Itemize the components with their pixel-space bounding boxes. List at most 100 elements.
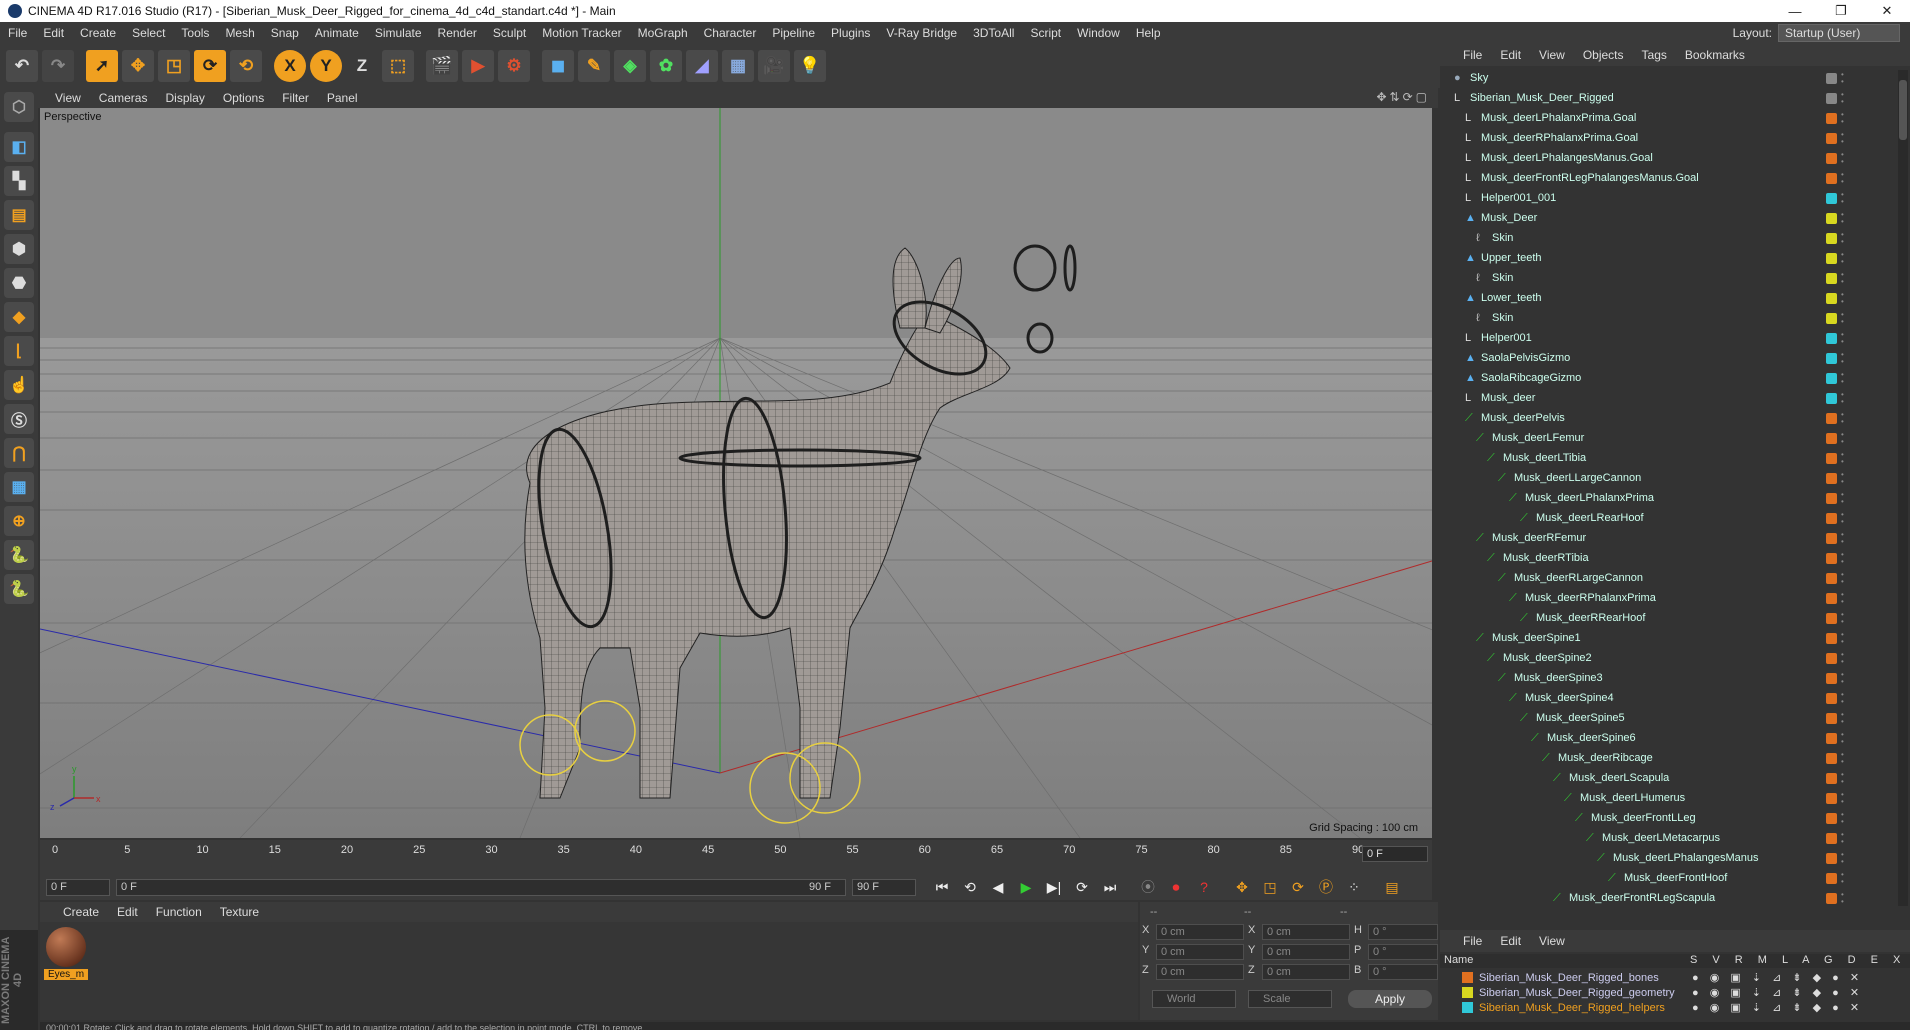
layout-dropdown[interactable]: Startup (User) [1778, 24, 1900, 42]
layer-color-tag[interactable] [1826, 133, 1837, 144]
object-row[interactable]: ⟋ Musk_deerRPhalanxPrima • • [1440, 588, 1892, 608]
menu-script[interactable]: Script [1022, 26, 1069, 40]
visibility-dots-icon[interactable]: • • [1841, 411, 1846, 426]
visibility-dots-icon[interactable]: • • [1841, 791, 1846, 806]
visibility-dots-icon[interactable]: • • [1841, 531, 1846, 546]
menu-simulate[interactable]: Simulate [367, 26, 430, 40]
visibility-dots-icon[interactable]: • • [1841, 851, 1846, 866]
layer-color-tag[interactable] [1826, 113, 1837, 124]
object-row[interactable]: ⟋ Musk_deerSpine4 • • [1440, 688, 1892, 708]
visibility-dots-icon[interactable]: • • [1841, 571, 1846, 586]
om-menu-file[interactable]: File [1454, 48, 1491, 62]
layer-color-tag[interactable] [1826, 753, 1837, 764]
timeline-window-icon[interactable]: ▤ [1380, 875, 1404, 899]
visibility-dots-icon[interactable]: • • [1841, 871, 1846, 886]
camera-icon[interactable]: 🎥 [758, 50, 790, 82]
pen-icon[interactable]: ✎ [578, 50, 610, 82]
menu-edit[interactable]: Edit [35, 26, 72, 40]
visibility-dots-icon[interactable]: • • [1841, 231, 1846, 246]
layer-color-tag[interactable] [1826, 873, 1837, 884]
step-forward-icon[interactable]: ▶| [1042, 875, 1066, 899]
texture-mode-icon[interactable]: ▚ [4, 166, 34, 196]
deformer-icon[interactable]: ◢ [686, 50, 718, 82]
play-icon[interactable]: ▶ [1014, 875, 1038, 899]
lm-menu-file[interactable]: File [1454, 934, 1491, 948]
object-row[interactable]: ⟋ Musk_deerPelvis • • [1440, 408, 1892, 428]
layer-flags[interactable]: ● ◉ ▣ ⇣ ⊿ ⇟ ◆ ● ✕ [1692, 971, 1863, 984]
layer-color-tag[interactable] [1826, 553, 1837, 564]
x-axis-icon[interactable]: X [274, 50, 306, 82]
position-y-field[interactable]: 0 cm [1156, 944, 1244, 960]
visibility-dots-icon[interactable]: • • [1841, 611, 1846, 626]
end-frame-field[interactable]: 90 F [852, 878, 916, 896]
workplane-icon[interactable]: ▤ [4, 200, 34, 230]
layer-color-tag[interactable] [1826, 533, 1837, 544]
key-position-icon[interactable]: ✥ [1230, 875, 1254, 899]
rotation-b-field[interactable]: 0 ° [1368, 964, 1438, 980]
menu-help[interactable]: Help [1128, 26, 1169, 40]
render-settings-icon[interactable]: ⚙ [498, 50, 530, 82]
key-scale-icon[interactable]: ◳ [1258, 875, 1282, 899]
visibility-dots-icon[interactable]: • • [1841, 591, 1846, 606]
coord-system-icon[interactable]: ⬚ [382, 50, 414, 82]
menu-character[interactable]: Character [696, 26, 765, 40]
rotation-h-field[interactable]: 0 ° [1368, 924, 1438, 940]
visibility-dots-icon[interactable]: • • [1841, 491, 1846, 506]
visibility-dots-icon[interactable]: • • [1841, 131, 1846, 146]
visibility-dots-icon[interactable]: • • [1841, 551, 1846, 566]
menu-tools[interactable]: Tools [173, 26, 217, 40]
layer-color-tag[interactable] [1826, 473, 1837, 484]
menu-sculpt[interactable]: Sculpt [485, 26, 534, 40]
recent-tool-icon[interactable]: ⟲ [230, 50, 262, 82]
layer-row-selected[interactable]: Siberian_Musk_Deer_Rigged_helpers ● ◉ ▣ … [1440, 1000, 1910, 1015]
layer-color-tag[interactable] [1826, 313, 1837, 324]
object-row[interactable]: ⟋ Musk_deerLTibia • • [1440, 448, 1892, 468]
make-editable-icon[interactable]: ⬡ [4, 92, 34, 122]
layer-color-tag[interactable] [1826, 593, 1837, 604]
lm-menu-edit[interactable]: Edit [1491, 934, 1530, 948]
object-row[interactable]: L Musk_deerFrontRLegPhalangesManus.Goal • … [1440, 168, 1892, 188]
object-row[interactable]: ▲ Musk_Deer • • [1440, 208, 1892, 228]
tweak-icon[interactable]: ☝ [4, 370, 34, 400]
size-x-field[interactable]: 0 cm [1262, 924, 1350, 940]
layer-color-tag[interactable] [1826, 733, 1837, 744]
object-row[interactable]: L Musk_deerLPhalanxPrima.Goal • • [1440, 108, 1892, 128]
y-axis-icon[interactable]: Y [310, 50, 342, 82]
layer-color-tag[interactable] [1826, 453, 1837, 464]
select-arrow-icon[interactable]: ➚ [86, 50, 118, 82]
visibility-dots-icon[interactable]: • • [1841, 191, 1846, 206]
menu-mograph[interactable]: MoGraph [630, 26, 696, 40]
scrollbar-thumb[interactable] [1899, 80, 1907, 140]
menu-window[interactable]: Window [1069, 26, 1128, 40]
om-menu-objects[interactable]: Objects [1574, 48, 1633, 62]
size-y-field[interactable]: 0 cm [1262, 944, 1350, 960]
layer-color-tag[interactable] [1826, 693, 1837, 704]
object-row[interactable]: ⟋ Musk_deerSpine6 • • [1440, 728, 1892, 748]
floor-icon[interactable]: ▦ [722, 50, 754, 82]
object-row[interactable]: ⟋ Musk_deerFrontLLeg • • [1440, 808, 1892, 828]
layer-color-tag[interactable] [1826, 513, 1837, 524]
record-keys-icon[interactable]: ⦿ [1136, 875, 1160, 899]
layer-color-tag[interactable] [1826, 353, 1837, 364]
object-row[interactable]: L Musk_deerLPhalangesManus.Goal • • [1440, 148, 1892, 168]
visibility-dots-icon[interactable]: • • [1841, 451, 1846, 466]
magnet-icon[interactable]: ⋂ [4, 438, 34, 468]
layer-color-tag[interactable] [1826, 233, 1837, 244]
menu-3dtoall[interactable]: 3DToAll [965, 26, 1022, 40]
viewport-menu-view[interactable]: View [46, 91, 90, 105]
object-row[interactable]: ⟋ Musk_deerSpine1 • • [1440, 628, 1892, 648]
keyframe-selection-icon[interactable]: ? [1192, 875, 1216, 899]
edges-mode-icon[interactable]: ⬣ [4, 268, 34, 298]
cube-icon[interactable]: ◼ [542, 50, 574, 82]
menu-animate[interactable]: Animate [307, 26, 367, 40]
go-to-prev-key-icon[interactable]: ⟲ [958, 875, 982, 899]
timeline-ruler[interactable]: 0 5 10 15 20 25 30 35 40 45 50 55 60 65 70 75 80 85 90 0 F [40, 840, 1432, 874]
visibility-dots-icon[interactable]: • • [1841, 91, 1846, 106]
position-x-field[interactable]: 0 cm [1156, 924, 1244, 940]
key-point-level-icon[interactable]: ⁘ [1342, 875, 1366, 899]
object-manager-scrollbar[interactable] [1898, 70, 1908, 906]
menu-select[interactable]: Select [124, 26, 173, 40]
object-row[interactable]: ⟋ Musk_deerRFemur • • [1440, 528, 1892, 548]
object-row[interactable]: ▲ Upper_teeth • • [1440, 248, 1892, 268]
object-row[interactable]: ⟋ Musk_deerRTibia • • [1440, 548, 1892, 568]
